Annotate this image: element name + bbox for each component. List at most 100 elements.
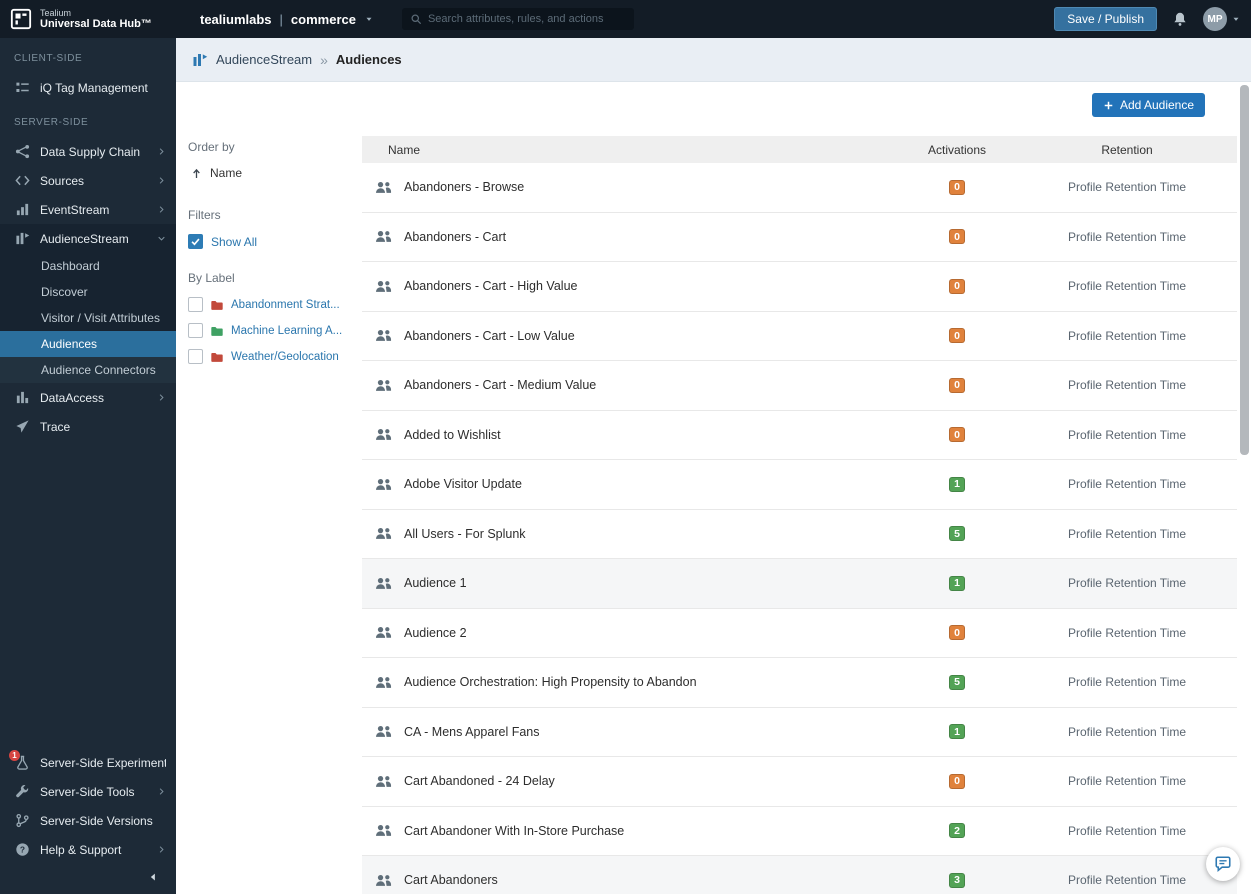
sidebar-item-label: EventStream (40, 202, 110, 217)
users-icon (362, 723, 404, 740)
sidebar-item-iconwrap (15, 173, 30, 188)
sidebar-item-trace[interactable]: Trace (0, 412, 176, 441)
dataaccess-icon (15, 390, 30, 405)
global-search[interactable] (401, 8, 634, 30)
table-row[interactable]: Abandoners - Browse 0 Profile Retention Ti… (362, 163, 1237, 213)
activations-badge: 0 (949, 427, 965, 443)
chevron-right-icon (157, 176, 166, 185)
label-checkbox[interactable] (188, 349, 203, 364)
audience-name: Adobe Visitor Update (404, 477, 522, 492)
table-row[interactable]: All Users - For Splunk 5 Profile Retention… (362, 509, 1237, 559)
user-menu[interactable]: MP (1203, 7, 1241, 31)
activations-badge: 2 (949, 823, 965, 839)
users-icon (362, 674, 404, 691)
sidebar-item-server-side-tools[interactable]: Server-Side Tools (0, 777, 176, 806)
sidebar-item-dashboard[interactable]: Dashboard (0, 253, 176, 279)
activations-cell: 0 (897, 229, 1017, 245)
activations-cell: 5 (897, 526, 1017, 542)
sidebar-item-server-side-versions[interactable]: Server-Side Versions (0, 806, 176, 835)
show-all-checkbox[interactable] (188, 234, 203, 249)
scrollbar-track[interactable] (1240, 84, 1249, 854)
sidebar-item-audiences[interactable]: Audiences (0, 331, 176, 357)
by-label-title: By Label (188, 271, 235, 285)
save-publish-button[interactable]: Save / Publish (1054, 7, 1157, 31)
column-header-name: Name (388, 142, 421, 157)
table-row[interactable]: Abandoners - Cart - Low Value 0 Profile Re… (362, 311, 1237, 361)
chevron-down-icon (157, 234, 166, 243)
table-row[interactable]: Abandoners - Cart 0 Profile Retention Time (362, 212, 1237, 262)
activations-badge: 5 (949, 526, 965, 542)
audience-name: Audience Orchestration: High Propensity … (404, 675, 697, 690)
label-checkbox[interactable] (188, 297, 203, 312)
audience-name: Abandoners - Cart - High Value (404, 279, 578, 294)
sidebar-item-dataaccess[interactable]: DataAccess (0, 383, 176, 412)
table-row[interactable]: Adobe Visitor Update 1 Profile Retention T… (362, 460, 1237, 510)
sidebar-item-iq-tag-management[interactable]: iQ Tag Management (0, 73, 176, 102)
breadcrumb-audiencestream[interactable]: AudienceStream (216, 52, 312, 67)
chevron-right-icon (157, 147, 166, 156)
order-by-value: Name (210, 166, 243, 180)
bell-icon[interactable] (1172, 11, 1188, 27)
sidebar-item-label: Trace (40, 419, 71, 434)
table-row[interactable]: Cart Abandoned - 24 Delay 0 Profile Retent… (362, 757, 1237, 807)
retention-cell: Profile Retention Time (1067, 873, 1187, 888)
search-input[interactable] (427, 13, 626, 25)
sidebar-item-iconwrap (15, 813, 30, 828)
label-name[interactable]: Weather/Geolocation (231, 351, 339, 363)
audiencestream-icon (15, 231, 30, 246)
table-row[interactable]: Cart Abandoners 3 Profile Retention Time (362, 856, 1237, 894)
retention-cell: Profile Retention Time (1067, 427, 1187, 442)
activations-badge: 1 (949, 575, 965, 591)
order-by-name-control[interactable]: Name (188, 166, 362, 180)
sidebar-item-audiencestream[interactable]: AudienceStream (0, 224, 176, 253)
sidebar-item-audience-connectors[interactable]: Audience Connectors (0, 357, 176, 383)
sidebar-item-discover[interactable]: Discover (0, 279, 176, 305)
table-row[interactable]: Cart Abandoner With In-Store Purchase 2 Pr… (362, 806, 1237, 856)
sidebar-item-iconwrap (15, 202, 30, 217)
avatar: MP (1203, 7, 1227, 31)
label-name[interactable]: Abandonment Strat... (231, 299, 340, 311)
label-filter-weather-geolocation[interactable]: Weather/Geolocation (188, 349, 362, 364)
sidebar-item-data-supply-chain[interactable]: Data Supply Chain (0, 137, 176, 166)
table-row[interactable]: Audience 1 1 Profile Retention Time (362, 559, 1237, 609)
table-row[interactable]: Added to Wishlist 0 Profile Retention Time (362, 410, 1237, 460)
activations-cell: 0 (897, 377, 1017, 393)
add-audience-button[interactable]: Add Audience (1091, 93, 1205, 117)
sidebar-item-sources[interactable]: Sources (0, 166, 176, 195)
scrollbar-thumb[interactable] (1240, 85, 1249, 455)
chat-button[interactable] (1206, 847, 1240, 881)
table-row[interactable]: Abandoners - Cart - High Value 0 Profile R… (362, 262, 1237, 312)
users-icon (362, 179, 404, 196)
account-profile-switcher[interactable]: tealiumlabs | commerce (200, 12, 374, 27)
sidebar-item-label: AudienceStream (40, 231, 129, 246)
sidebar-collapse-button[interactable] (0, 864, 176, 890)
chat-icon (1214, 855, 1232, 873)
sidebar-item-iconwrap (15, 784, 30, 799)
account-divider: | (279, 11, 283, 27)
table-row[interactable]: CA - Mens Apparel Fans 1 Profile Retention… (362, 707, 1237, 757)
caret-down-icon (1231, 14, 1241, 24)
table-row[interactable]: Audience Orchestration: High Propensity … (362, 658, 1237, 708)
label-name[interactable]: Machine Learning A... (231, 325, 342, 337)
search-icon (410, 13, 422, 25)
retention-cell: Profile Retention Time (1067, 724, 1187, 739)
table-row[interactable]: Abandoners - Cart - Medium Value 0 Profile… (362, 361, 1237, 411)
folder-icon (210, 298, 224, 312)
users-icon (362, 327, 404, 344)
label-checkbox[interactable] (188, 323, 203, 338)
sidebar-item-help-support[interactable]: ? Help & Support (0, 835, 176, 864)
column-header-retention: Retention (1101, 142, 1153, 157)
sidebar-item-visitor-visit-attributes[interactable]: Visitor / Visit Attributes (0, 305, 176, 331)
audience-name: Abandoners - Cart - Medium Value (404, 378, 597, 393)
order-by-label: Order by (188, 140, 235, 154)
audiencestream-icon (192, 52, 208, 68)
retention-cell: Profile Retention Time (1067, 625, 1187, 640)
show-all-filter[interactable]: Show All (188, 234, 362, 249)
label-filter-machine-learning-a[interactable]: Machine Learning A... (188, 323, 362, 338)
sidebar-item-eventstream[interactable]: EventStream (0, 195, 176, 224)
table-row[interactable]: Audience 2 0 Profile Retention Time (362, 608, 1237, 658)
label-filter-abandonment-strat[interactable]: Abandonment Strat... (188, 297, 362, 312)
retention-cell: Profile Retention Time (1067, 774, 1187, 789)
sidebar-item-label: DataAccess (40, 390, 105, 405)
sidebar-item-server-side-experiments[interactable]: 1 Server-Side Experiments (0, 748, 176, 777)
